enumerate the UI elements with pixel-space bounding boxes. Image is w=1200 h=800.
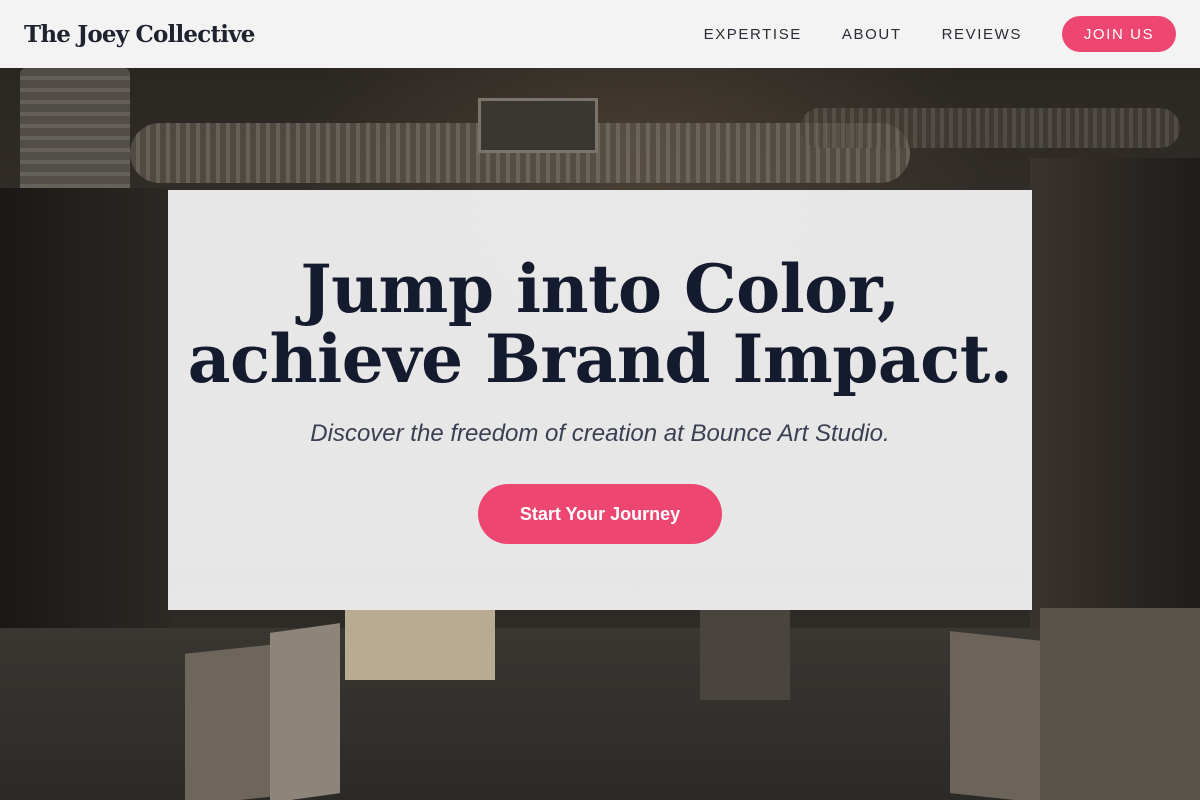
nav-link-reviews[interactable]: REVIEWS <box>942 26 1022 43</box>
brand-logo[interactable]: The Joey Collective <box>24 21 255 48</box>
nav-link-expertise[interactable]: EXPERTISE <box>704 26 802 43</box>
background-vent <box>478 98 598 153</box>
hero-subheadline: Discover the freedom of creation at Boun… <box>310 420 890 447</box>
join-us-button[interactable]: JOIN US <box>1062 16 1176 52</box>
hero-card: Jump into Color, achieve Brand Impact. D… <box>168 190 1032 610</box>
hero-headline: Jump into Color, achieve Brand Impact. <box>188 254 1013 394</box>
start-journey-button[interactable]: Start Your Journey <box>478 484 722 544</box>
nav-link-about[interactable]: ABOUT <box>842 26 902 43</box>
background-chair <box>700 610 790 700</box>
background-duct-right <box>800 108 1180 148</box>
hero-headline-line1: Jump into Color, <box>300 250 900 328</box>
background-canvas <box>270 623 340 800</box>
site-header: The Joey Collective EXPERTISE ABOUT REVI… <box>0 0 1200 68</box>
background-canvas <box>345 610 495 680</box>
hero-headline-line2: achieve Brand Impact. <box>187 320 1013 398</box>
background-canvas <box>1040 608 1200 800</box>
main-nav: EXPERTISE ABOUT REVIEWS JOIN US <box>704 16 1176 52</box>
